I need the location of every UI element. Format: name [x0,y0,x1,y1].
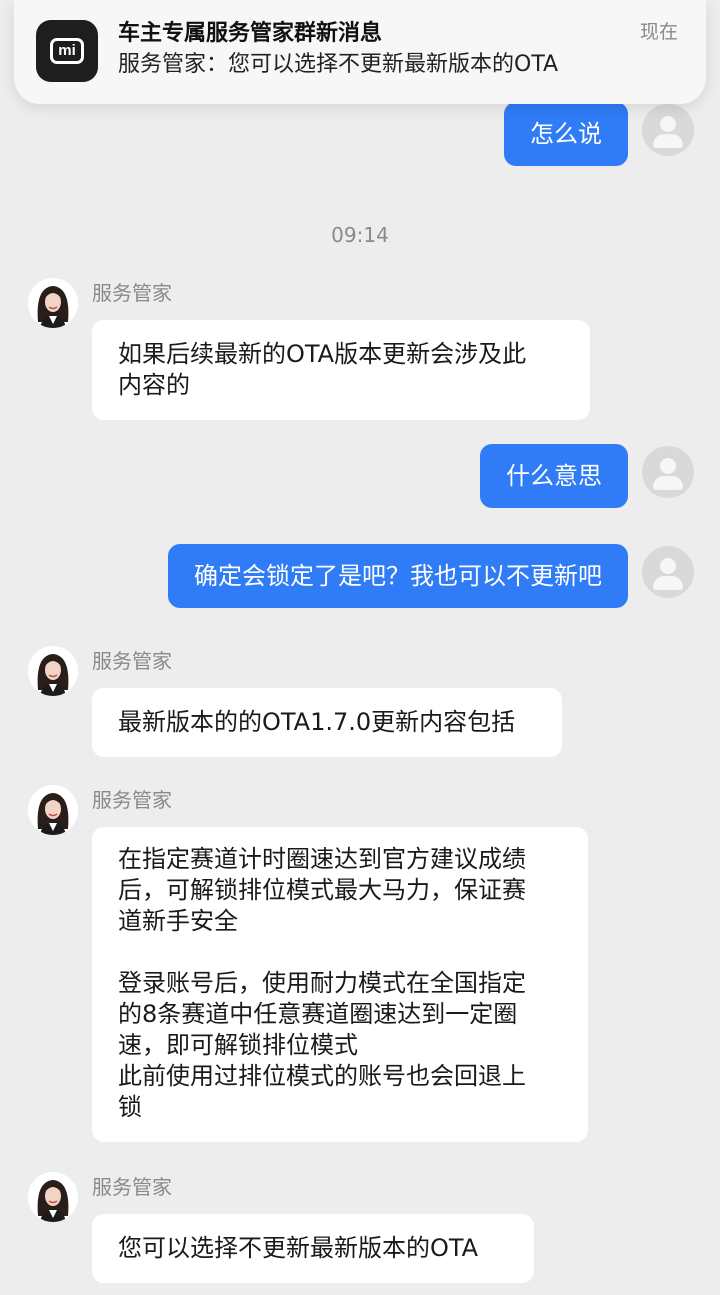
message-row-incoming: 服务管家 最新版本的的OTA1.7.0更新内容包括 [28,646,562,757]
user-avatar-body-icon [653,134,683,148]
user-avatar-body-icon [653,576,683,590]
agent-portrait-icon [28,1172,78,1222]
message-row-outgoing: 怎么说 [504,102,694,166]
mi-logo-icon: mi [50,38,84,64]
message-row-incoming: 服务管家 如果后续最新的OTA版本更新会涉及此 内容的 [28,278,590,420]
chat-view[interactable]: 怎么说 09:14 服务管家 如果后续最新的OTA版本更新会涉及此 内容的 什么… [0,0,720,1295]
message-bubble-incoming[interactable]: 您可以选择不更新最新版本的OTA [92,1214,534,1283]
notification-title: 车主专属服务管家群新消息 [118,21,383,46]
agent-avatar[interactable] [28,1172,78,1222]
message-bubble-outgoing[interactable]: 怎么说 [504,102,628,166]
message-bubble-incoming[interactable]: 最新版本的的OTA1.7.0更新内容包括 [92,688,562,757]
agent-avatar[interactable] [28,785,78,835]
message-bubble-incoming[interactable]: 如果后续最新的OTA版本更新会涉及此 内容的 [92,320,590,420]
sender-name: 服务管家 [92,788,172,812]
message-bubble-outgoing[interactable]: 确定会锁定了是吧？我也可以不更新吧 [168,544,628,608]
agent-avatar[interactable] [28,646,78,696]
user-avatar-head-icon [660,116,676,132]
user-avatar[interactable] [642,446,694,498]
notification-body: 服务管家：您可以选择不更新最新版本的OTA [118,52,559,77]
sender-name: 服务管家 [92,1175,172,1199]
agent-avatar[interactable] [28,278,78,328]
user-avatar[interactable] [642,104,694,156]
message-row-outgoing: 什么意思 [480,444,694,508]
message-row-outgoing: 确定会锁定了是吧？我也可以不更新吧 [168,544,694,608]
sender-name: 服务管家 [92,281,172,305]
agent-portrait-icon [28,785,78,835]
agent-portrait-icon [28,646,78,696]
user-avatar[interactable] [642,546,694,598]
user-avatar-head-icon [660,558,676,574]
notification-banner[interactable]: mi 车主专属服务管家群新消息 服务管家：您可以选择不更新最新版本的OTA 现在 [14,0,706,104]
notification-time: 现在 [639,21,678,43]
message-bubble-incoming[interactable]: 在指定赛道计时圈速达到官方建议成绩 后，可解锁排位模式最大马力，保证赛 道新手安… [92,827,588,1142]
user-avatar-head-icon [660,458,676,474]
xiaomi-app-icon: mi [36,20,98,82]
message-row-incoming: 服务管家 您可以选择不更新最新版本的OTA [28,1172,534,1283]
chat-timestamp: 09:14 [331,223,389,247]
message-row-incoming: 服务管家 在指定赛道计时圈速达到官方建议成绩 后，可解锁排位模式最大马力，保证赛… [28,785,588,1142]
message-bubble-outgoing[interactable]: 什么意思 [480,444,628,508]
user-avatar-body-icon [653,476,683,490]
sender-name: 服务管家 [92,649,172,673]
agent-portrait-icon [28,278,78,328]
